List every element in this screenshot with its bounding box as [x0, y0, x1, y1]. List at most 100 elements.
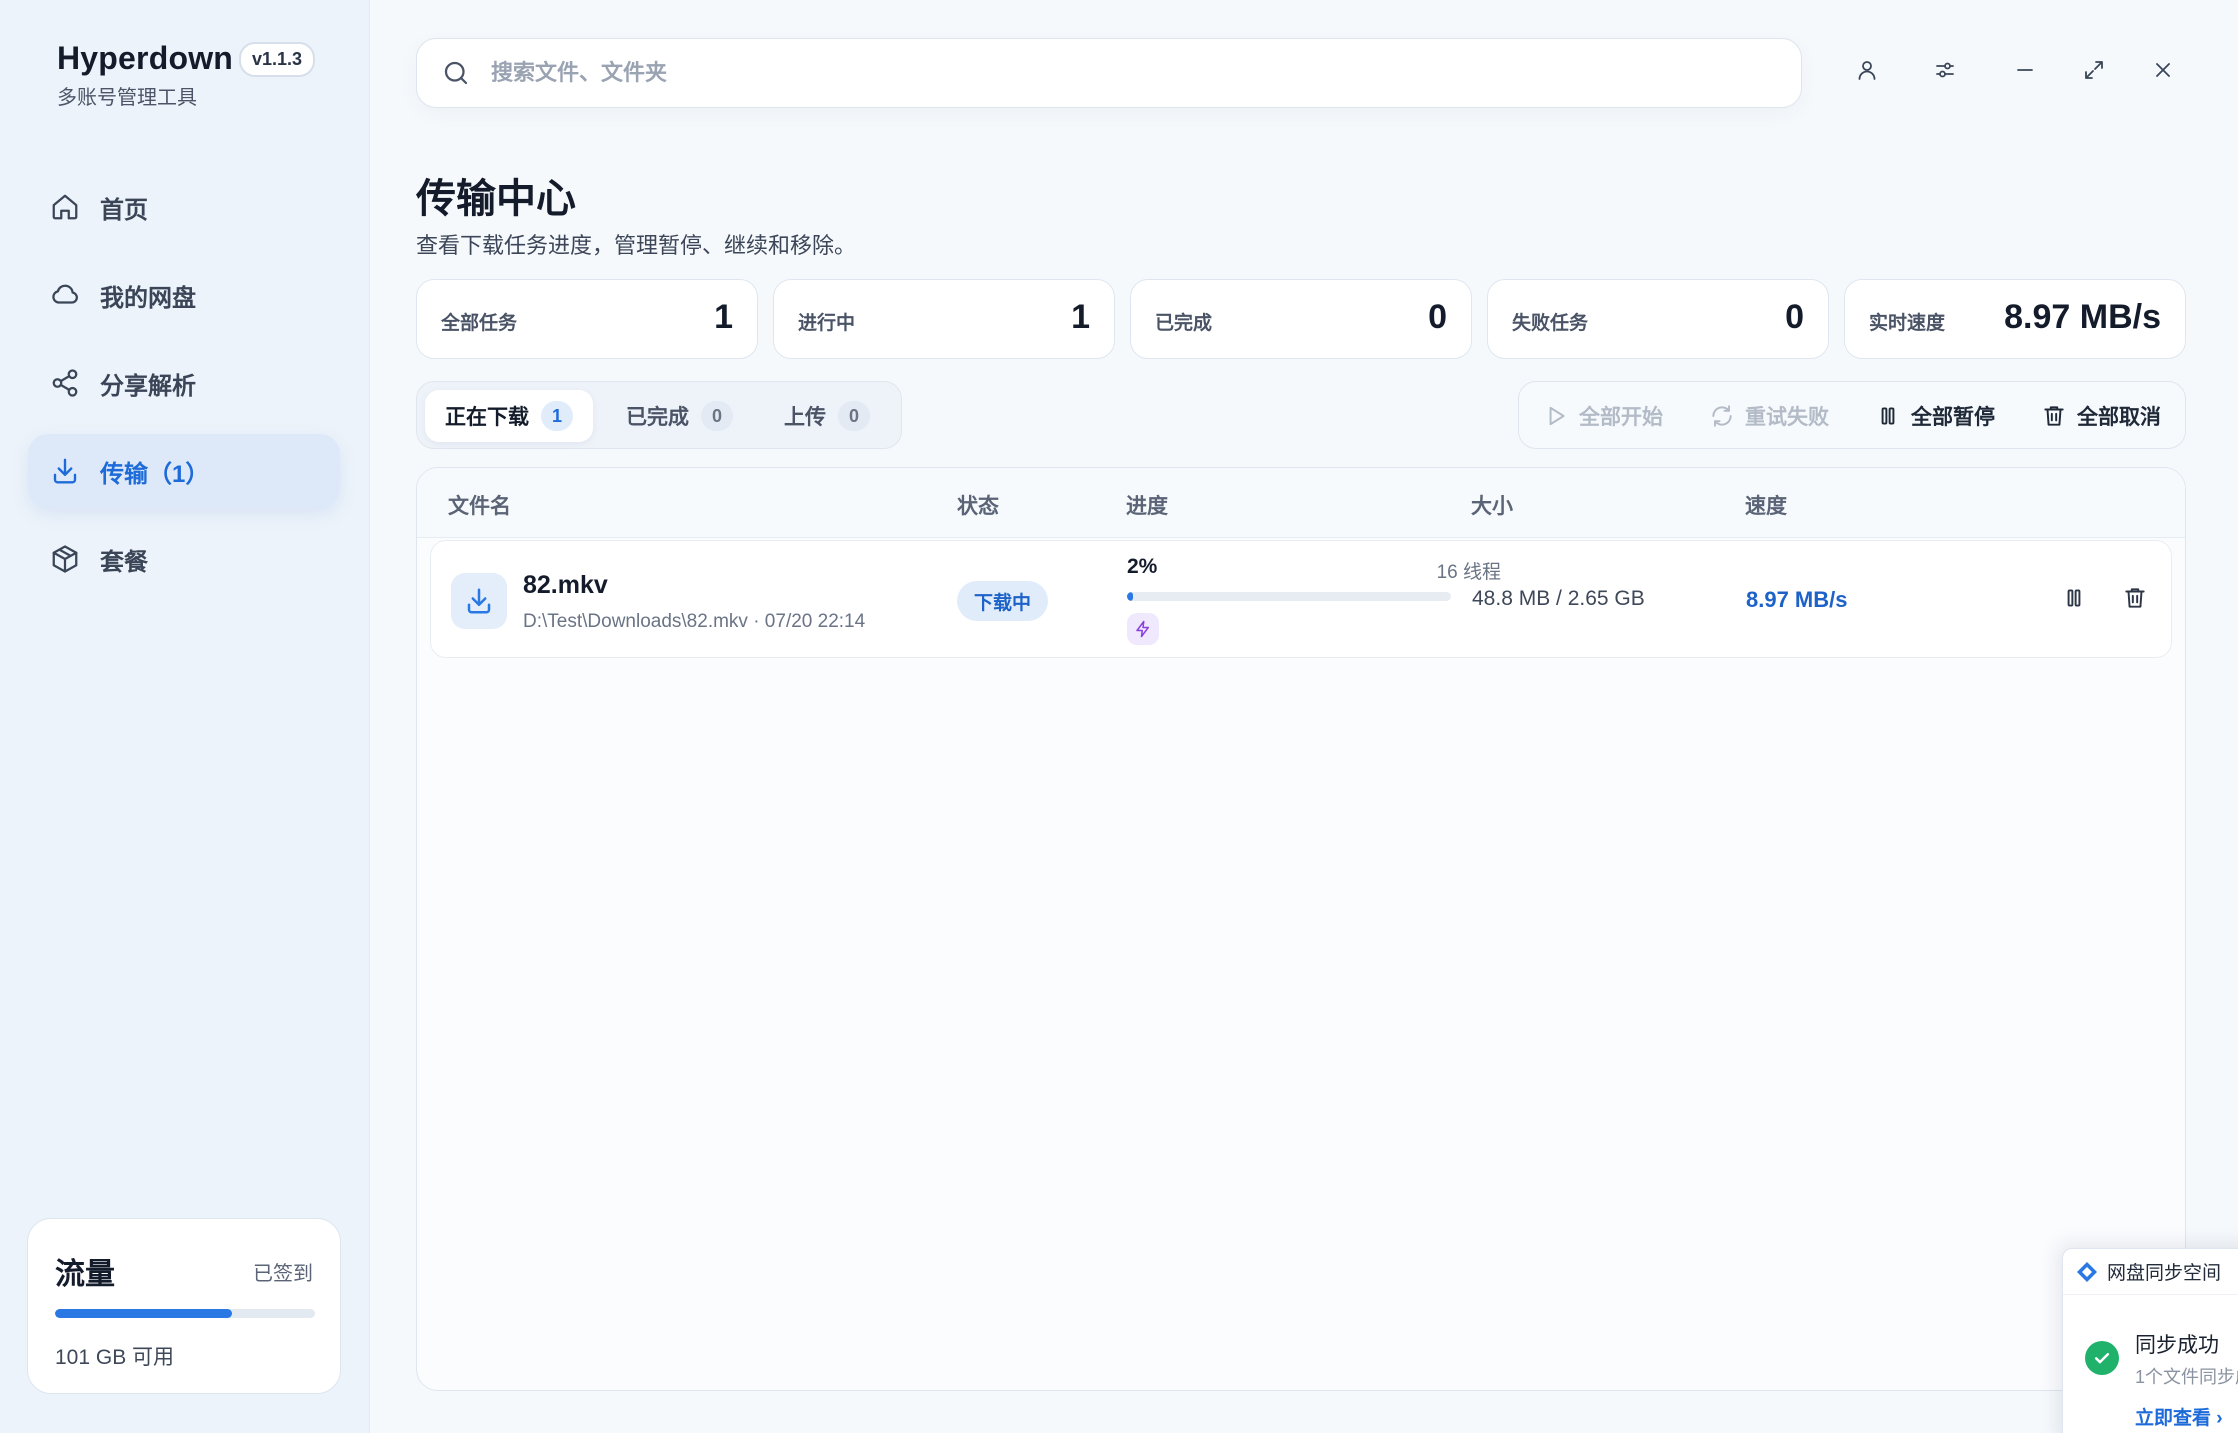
notification-app-name: 网盘同步空间: [2107, 1263, 2222, 1284]
stat-value: 0: [1428, 298, 1447, 336]
column-header-speed: 速度: [1745, 495, 1787, 518]
minimize-icon: [2013, 58, 2037, 87]
traffic-bar: [55, 1309, 315, 1318]
status-badge: 下载中: [957, 581, 1049, 621]
sidebar-item-package[interactable]: 套餐: [28, 522, 340, 596]
stat-label: 全部任务: [441, 313, 518, 334]
page-description: 查看下载任务进度，管理暂停、继续和移除。: [416, 233, 857, 258]
search-icon: [441, 58, 471, 88]
stat-card-completed: 已完成 0: [1130, 279, 1472, 359]
trash-icon: [2122, 585, 2148, 616]
column-header-filename: 文件名: [448, 495, 511, 518]
traffic-available: 101 GB 可用: [55, 1346, 175, 1369]
cancel-all-button[interactable]: 全部取消: [2041, 402, 2161, 430]
table-row[interactable]: 82.mkv D:\Test\Downloads\82.mkv · 07/20 …: [430, 540, 2172, 658]
tab-label: 已完成: [626, 406, 689, 429]
notification-header: 网盘同步空间: [2063, 1249, 2238, 1295]
sidebar: Hyperdown v1.1.3 多账号管理工具 首页 我的网盘 分享解析 传输…: [0, 0, 370, 1433]
trash-icon: [2041, 403, 2067, 429]
expand-icon: [2082, 58, 2106, 87]
search-bar[interactable]: [416, 38, 1802, 108]
pause-icon: [1875, 403, 1901, 429]
minimize-button[interactable]: [2008, 55, 2042, 89]
sidebar-item-label: 分享解析: [100, 372, 196, 400]
sidebar-item-my-drive[interactable]: 我的网盘: [28, 258, 340, 332]
notification-message: 1个文件同步成: [2135, 1367, 2238, 1387]
start-all-button[interactable]: 全部开始: [1543, 402, 1663, 430]
brand: Hyperdown v1.1.3 多账号管理工具: [57, 40, 316, 110]
user-button[interactable]: [1850, 55, 1884, 89]
progress-percent: 2%: [1127, 555, 1158, 578]
tab-completed[interactable]: 已完成 0: [606, 390, 753, 442]
tab-upload[interactable]: 上传 0: [764, 390, 890, 442]
play-icon: [1543, 403, 1569, 429]
sidebar-item-share-parse[interactable]: 分享解析: [28, 346, 340, 420]
tab-count-badge: 0: [701, 401, 733, 431]
column-header-status: 状态: [957, 495, 999, 518]
action-label: 重试失败: [1745, 406, 1829, 429]
tab-count-badge: 0: [838, 401, 870, 431]
page-title: 传输中心: [416, 177, 576, 221]
sidebar-item-home[interactable]: 首页: [28, 170, 340, 244]
action-label: 全部取消: [2077, 406, 2161, 429]
file-name: 82.mkv: [523, 571, 608, 599]
file-size: 48.8 MB / 2.65 GB: [1472, 587, 1645, 610]
search-input[interactable]: [491, 60, 1691, 86]
stat-value: 0: [1785, 298, 1804, 336]
pause-icon: [2061, 585, 2087, 616]
table-header: 文件名 状态 进度 大小 速度: [417, 468, 2185, 538]
stat-card-failed: 失败任务 0: [1487, 279, 1829, 359]
progress-bar: [1127, 592, 1451, 601]
file-path-meta: D:\Test\Downloads\82.mkv · 07/20 22:14: [523, 611, 866, 632]
refresh-icon: [1709, 403, 1735, 429]
maximize-button[interactable]: [2077, 55, 2111, 89]
stat-card-total: 全部任务 1: [416, 279, 758, 359]
action-label: 全部开始: [1579, 406, 1663, 429]
stat-card-speed: 实时速度 8.97 MB/s: [1844, 279, 2186, 359]
sidebar-item-label: 首页: [100, 196, 148, 224]
share-icon: [50, 368, 80, 398]
package-icon: [50, 544, 80, 574]
settings-button[interactable]: [1928, 55, 1962, 89]
traffic-title: 流量: [55, 1258, 115, 1291]
stat-label: 已完成: [1155, 313, 1213, 334]
notification-title: 同步成功: [2135, 1334, 2219, 1357]
column-header-progress: 进度: [1126, 495, 1168, 518]
home-icon: [50, 192, 80, 222]
stat-value: 1: [1071, 298, 1090, 336]
action-label: 全部暂停: [1911, 406, 1995, 429]
tab-downloading[interactable]: 正在下载 1: [425, 390, 593, 442]
stat-value: 1: [714, 298, 733, 336]
traffic-card: 流量 已签到 101 GB 可用: [27, 1218, 341, 1394]
sidebar-item-label: 传输（1）: [100, 460, 210, 488]
pause-all-button[interactable]: 全部暂停: [1875, 402, 1995, 430]
download-icon: [50, 456, 80, 486]
progress-bar-fill: [1127, 592, 1134, 601]
cloud-icon: [50, 280, 80, 310]
close-icon: [2151, 58, 2175, 87]
sync-notification[interactable]: 网盘同步空间 同步成功 1个文件同步成 立即查看 ›: [2062, 1248, 2238, 1433]
sidebar-item-transfer[interactable]: 传输（1）: [28, 434, 340, 508]
stat-label: 失败任务: [1512, 313, 1589, 334]
pause-task-button[interactable]: [2057, 583, 2091, 617]
app-name: Hyperdown: [57, 40, 234, 76]
tab-label: 上传: [784, 406, 826, 429]
sign-in-status[interactable]: 已签到: [253, 1257, 313, 1286]
transfer-tabs: 正在下载 1 已完成 0 上传 0: [416, 381, 902, 449]
close-button[interactable]: [2146, 55, 2180, 89]
app-subtitle: 多账号管理工具: [57, 87, 197, 109]
retry-failed-button[interactable]: 重试失败: [1709, 402, 1829, 430]
bulk-actions: 全部开始 重试失败 全部暂停 全部取消: [1518, 381, 2186, 449]
download-speed: 8.97 MB/s: [1746, 587, 1848, 612]
tab-count-badge: 1: [541, 401, 573, 431]
version-badge: v1.1.3: [239, 42, 316, 77]
check-icon: [2085, 1341, 2119, 1375]
view-now-link[interactable]: 立即查看 ›: [2135, 1403, 2223, 1430]
delete-task-button[interactable]: [2118, 583, 2152, 617]
sidebar-item-label: 套餐: [100, 548, 148, 576]
sidebar-nav: 首页 我的网盘 分享解析 传输（1） 套餐: [28, 170, 340, 610]
sidebar-item-label: 我的网盘: [100, 284, 196, 312]
user-icon: [1855, 58, 1879, 87]
thread-count: 16 线程: [1436, 562, 1501, 583]
settings-sliders-icon: [1933, 58, 1957, 87]
